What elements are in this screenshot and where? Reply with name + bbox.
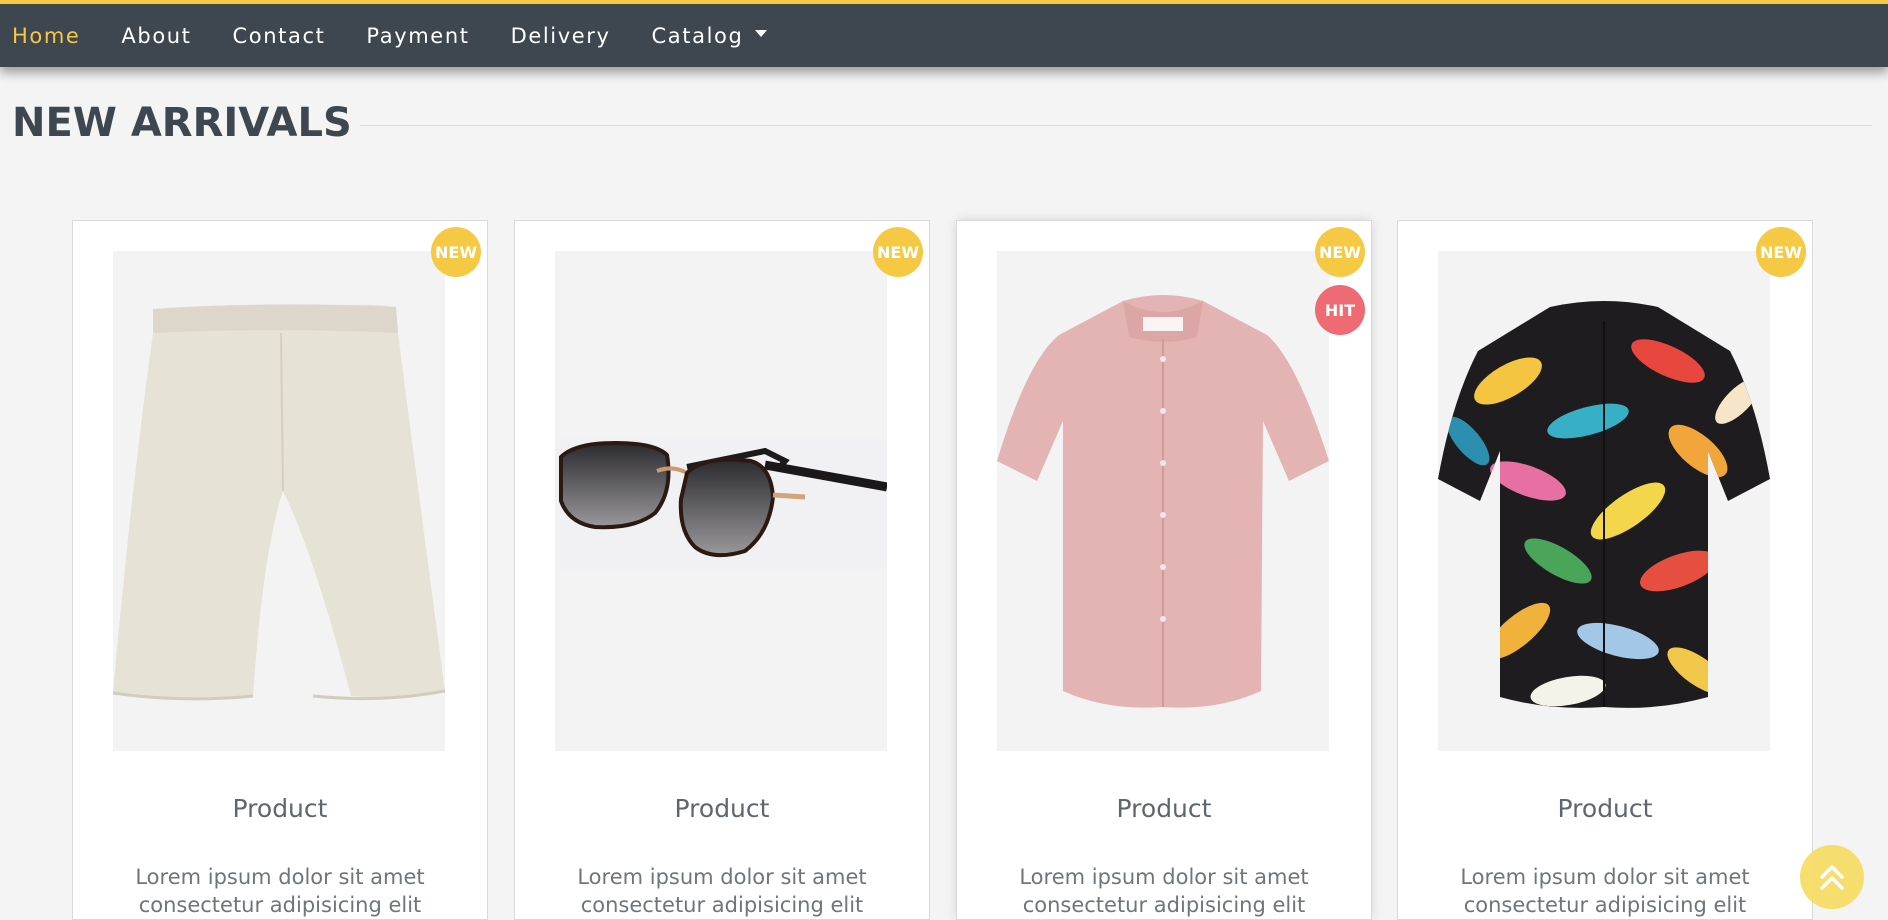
nav-contact[interactable]: Contact — [233, 24, 326, 48]
product-name[interactable]: Product — [73, 794, 487, 823]
pink-shirt-illustration — [997, 295, 1329, 708]
product-name[interactable]: Product — [957, 794, 1371, 823]
new-badge: NEW — [1756, 227, 1806, 277]
double-chevron-up-icon — [1820, 865, 1844, 890]
product-name[interactable]: Product — [515, 794, 929, 823]
nav-catalog-label: Catalog — [651, 23, 744, 48]
caret-down-icon — [755, 30, 768, 37]
product-description: Lorem ipsum dolor sit amet consectetur a… — [1460, 865, 1750, 917]
section-title: NEW ARRIVALS — [12, 100, 352, 146]
new-badge: NEW — [431, 227, 481, 277]
product-description: Lorem ipsum dolor sit amet consectetur a… — [1019, 865, 1309, 917]
new-badge: NEW — [1315, 227, 1365, 277]
nav-payment[interactable]: Payment — [366, 24, 469, 48]
nav-home[interactable]: Home — [12, 24, 80, 48]
product-description: Lorem ipsum dolor sit amet consectetur a… — [135, 865, 425, 917]
sunglasses-illustration — [555, 439, 887, 569]
nav-delivery[interactable]: Delivery — [511, 24, 611, 48]
product-image-shorts[interactable] — [113, 251, 445, 751]
product-card[interactable]: NEW Product Lorem ipsum dolor sit amet c… — [1397, 220, 1813, 920]
new-badge: NEW — [873, 227, 923, 277]
floral-shirt-illustration — [1438, 301, 1770, 708]
nav-about[interactable]: About — [121, 24, 191, 48]
scroll-to-top-button[interactable] — [1800, 845, 1864, 909]
product-card[interactable]: NEW HIT Product Lorem ipsum dolor sit am… — [956, 220, 1372, 920]
hit-badge: HIT — [1315, 285, 1365, 335]
product-image-sunglasses[interactable] — [555, 251, 887, 751]
shorts-illustration — [113, 304, 445, 701]
top-navbar: Home About Contact Payment Delivery Cata… — [0, 0, 1888, 67]
product-card[interactable]: NEW Product Lorem ipsum dolor sit amet c… — [514, 220, 930, 920]
main-nav: Home About Contact Payment Delivery Cata… — [12, 4, 808, 67]
product-name[interactable]: Product — [1398, 794, 1812, 823]
nav-catalog-dropdown[interactable]: Catalog — [652, 24, 768, 48]
product-description: Lorem ipsum dolor sit amet consectetur a… — [577, 865, 867, 917]
product-image-pink-shirt[interactable] — [997, 251, 1329, 751]
title-divider — [360, 125, 1872, 126]
product-image-floral-shirt[interactable] — [1438, 251, 1770, 751]
product-card[interactable]: NEW Product Lorem ipsum dolor sit amet c… — [72, 220, 488, 920]
